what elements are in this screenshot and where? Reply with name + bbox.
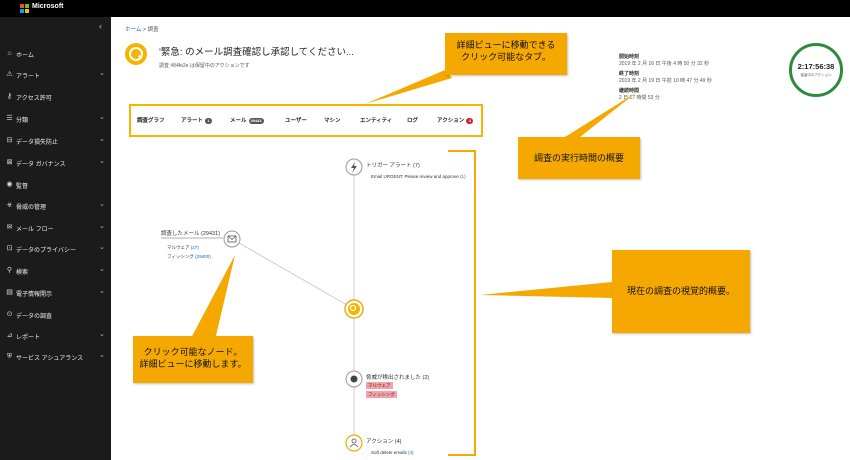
graph-bracket: [448, 150, 476, 456]
tabs-callout: 詳細ビューに移動できる クリック可能なタブ。: [445, 33, 567, 75]
callout-pointers: [190, 70, 637, 340]
tabs-callout-pointer: [365, 70, 452, 104]
visual-callout-pointer: [480, 282, 612, 298]
time-callout: 調査の実行時間の概要: [518, 137, 640, 179]
node-callout-pointer: [190, 255, 235, 340]
time-callout-pointer: [565, 92, 637, 137]
node-callout: クリック可能なノード。 詳細ビューに移動します。: [133, 336, 253, 383]
visual-callout: 現在の調査の視覚的概要。: [612, 250, 750, 333]
